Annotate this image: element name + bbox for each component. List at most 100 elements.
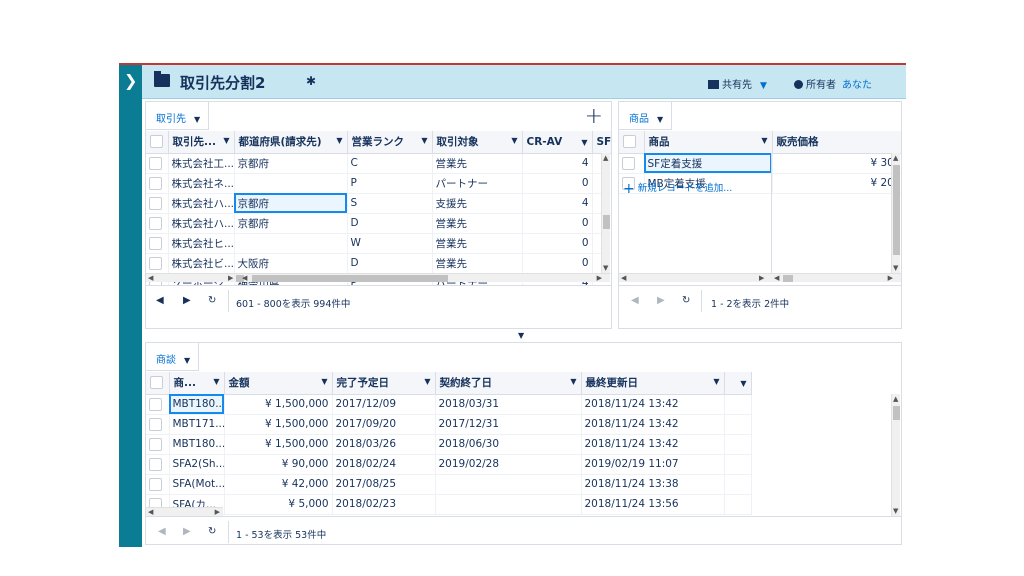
table-cell[interactable]: 京都府 xyxy=(234,193,348,214)
table-cell[interactable]: 営業先 xyxy=(432,213,523,234)
select-all-checkbox[interactable] xyxy=(146,372,170,395)
refresh-icon[interactable]: ↻ xyxy=(208,295,216,306)
vertical-scrollbar[interactable]: ▲ ▼ xyxy=(891,153,900,273)
chevron-down-icon[interactable]: ▼ xyxy=(194,115,200,124)
table-cell[interactable]: 2017/12/31 xyxy=(435,414,582,435)
table-cell[interactable]: 2018/11/24 13:38 xyxy=(581,474,725,495)
table-cell[interactable] xyxy=(234,233,348,254)
table-cell[interactable] xyxy=(234,173,348,194)
table-cell[interactable]: 株式会社ヒ... xyxy=(168,233,235,254)
chevron-down-icon[interactable]: ▼ xyxy=(657,115,663,124)
triangle-left-icon[interactable]: ◀ xyxy=(156,295,164,306)
table-cell[interactable]: 0 xyxy=(522,213,593,234)
table-cell[interactable]: SFA2(Sh... xyxy=(169,454,225,475)
column-menu[interactable]: ▼ xyxy=(724,372,752,395)
column-header[interactable]: SF xyxy=(592,131,611,154)
table-cell[interactable]: 4 xyxy=(522,193,593,214)
chevron-right-icon[interactable]: ❯ xyxy=(124,71,137,90)
table-cell[interactable]: 2018/11/24 13:56 xyxy=(581,494,725,515)
horizontal-scrollbar[interactable]: ◀ ▶ ◀ ▶ xyxy=(619,273,901,282)
table-cell[interactable]: 2018/11/24 13:42 xyxy=(581,394,725,415)
column-header[interactable]: 取引先... ▼ xyxy=(168,131,235,154)
column-header[interactable]: 販売価格 xyxy=(772,131,901,154)
table-cell[interactable]: P xyxy=(347,173,433,194)
plus-icon[interactable]: + xyxy=(585,104,603,129)
table-cell[interactable]: ¥ 200 xyxy=(772,173,901,194)
refresh-icon[interactable]: ↻ xyxy=(682,295,690,306)
panel-splitter-handle[interactable]: ▼ xyxy=(518,331,524,340)
table-cell[interactable]: パートナー xyxy=(432,173,523,194)
table-row[interactable]: SFA2(Sh... ¥ 90,000 2018/02/24 2019/02/28 20… xyxy=(146,454,752,475)
table-cell[interactable]: 4 xyxy=(522,153,593,174)
table-row[interactable]: 株式会社ハ... 京都府 S 支援先 4 xyxy=(146,193,611,214)
row-checkbox[interactable] xyxy=(619,153,645,174)
table-cell[interactable]: 営業先 xyxy=(432,253,523,274)
shared-dropdown[interactable]: 共有先 ▼ xyxy=(708,76,767,91)
gear-icon[interactable]: ✱ xyxy=(306,74,316,88)
table-cell[interactable]: 2019/02/28 xyxy=(435,454,582,475)
table-row[interactable]: SFA(カ... ¥ 5,000 2018/02/23 2018/11/24 13:5… xyxy=(146,494,752,515)
table-cell[interactable]: S xyxy=(347,193,433,214)
table-cell[interactable]: MBT180... xyxy=(169,434,225,455)
select-all-checkbox[interactable] xyxy=(146,131,169,154)
table-cell[interactable]: SF定着支援 xyxy=(644,153,773,174)
table-cell[interactable]: 営業先 xyxy=(432,153,523,174)
tab-products[interactable]: 商品 ▼ xyxy=(619,102,673,130)
table-cell[interactable]: MBT180... xyxy=(169,394,225,415)
column-header[interactable]: 完了予定日 ▼ xyxy=(332,372,436,395)
table-cell[interactable] xyxy=(435,494,582,515)
column-header[interactable]: 都道府県(請求先) ▼ xyxy=(234,131,348,154)
row-checkbox[interactable] xyxy=(146,153,169,174)
table-cell[interactable]: C xyxy=(347,153,433,174)
table-cell[interactable]: D xyxy=(347,253,433,274)
table-cell[interactable]: 営業先 xyxy=(432,233,523,254)
table-row[interactable]: 株式会社ビ... 大阪府 D 営業先 0 xyxy=(146,253,611,274)
column-header[interactable]: 商... ▼ xyxy=(169,372,225,395)
select-all-checkbox[interactable] xyxy=(619,131,645,154)
triangle-right-icon[interactable]: ▶ xyxy=(183,526,191,537)
table-cell[interactable]: 京都府 xyxy=(234,213,348,234)
tab-deals[interactable]: 商談 ▼ xyxy=(146,343,200,371)
refresh-icon[interactable]: ↻ xyxy=(208,526,216,537)
row-checkbox[interactable] xyxy=(146,394,170,415)
triangle-right-icon[interactable]: ▶ xyxy=(657,295,665,306)
table-cell[interactable]: 2018/11/24 13:42 xyxy=(581,434,725,455)
table-cell[interactable]: W xyxy=(347,233,433,254)
table-cell[interactable]: 大阪府 xyxy=(234,253,348,274)
row-checkbox[interactable] xyxy=(146,253,169,274)
table-cell[interactable] xyxy=(435,474,582,495)
table-row[interactable]: 株式会社ネ... P パートナー 0 xyxy=(146,173,611,194)
table-row[interactable]: MBT171... ¥ 1,500,000 2017/09/20 2017/12/31… xyxy=(146,414,752,435)
table-cell[interactable]: 2018/02/23 xyxy=(332,494,436,515)
horizontal-scrollbar[interactable]: ◀ ▶ ◀ ▶ xyxy=(146,273,610,282)
row-checkbox[interactable] xyxy=(146,414,170,435)
table-cell[interactable]: SFA(Mot... xyxy=(169,474,225,495)
table-cell[interactable]: 株式会社ハ... xyxy=(168,193,235,214)
column-header[interactable]: 取引対象 ▼ xyxy=(432,131,523,154)
table-cell[interactable]: 京都府 xyxy=(234,153,348,174)
column-header[interactable]: 最終更新日 ▼ xyxy=(581,372,725,395)
triangle-left-icon[interactable]: ◀ xyxy=(631,295,639,306)
table-cell[interactable]: 2017/12/09 xyxy=(332,394,436,415)
row-checkbox[interactable] xyxy=(146,233,169,254)
table-cell[interactable]: 2017/08/25 xyxy=(332,474,436,495)
vertical-scrollbar[interactable]: ▲ ▼ xyxy=(891,394,900,516)
vertical-scrollbar[interactable]: ▲ ▼ xyxy=(601,153,610,273)
table-cell[interactable]: 2018/03/26 xyxy=(332,434,436,455)
column-header[interactable]: 金額 ▼ xyxy=(224,372,333,395)
horizontal-scrollbar[interactable]: ◀ ▶ xyxy=(146,507,223,516)
column-header[interactable]: CR-AV ▼ xyxy=(522,131,593,154)
column-header[interactable]: 営業ランク ▼ xyxy=(347,131,433,154)
table-row[interactable]: SF定着支援 ¥ 300 xyxy=(619,153,901,174)
column-header[interactable]: 商品 ▼ xyxy=(644,131,773,154)
table-cell[interactable]: 2017/09/20 xyxy=(332,414,436,435)
table-cell[interactable]: D xyxy=(347,213,433,234)
table-cell[interactable]: 0 xyxy=(522,233,593,254)
table-cell[interactable]: 2018/11/24 13:42 xyxy=(581,414,725,435)
table-cell[interactable]: 株式会社ハ... xyxy=(168,213,235,234)
row-checkbox[interactable] xyxy=(146,474,170,495)
table-row[interactable]: MBT180... ¥ 1,500,000 2018/03/26 2018/06/30… xyxy=(146,434,752,455)
row-checkbox[interactable] xyxy=(146,213,169,234)
table-cell[interactable]: 株式会社ネ... xyxy=(168,173,235,194)
column-header[interactable]: 契約終了日 ▼ xyxy=(435,372,582,395)
